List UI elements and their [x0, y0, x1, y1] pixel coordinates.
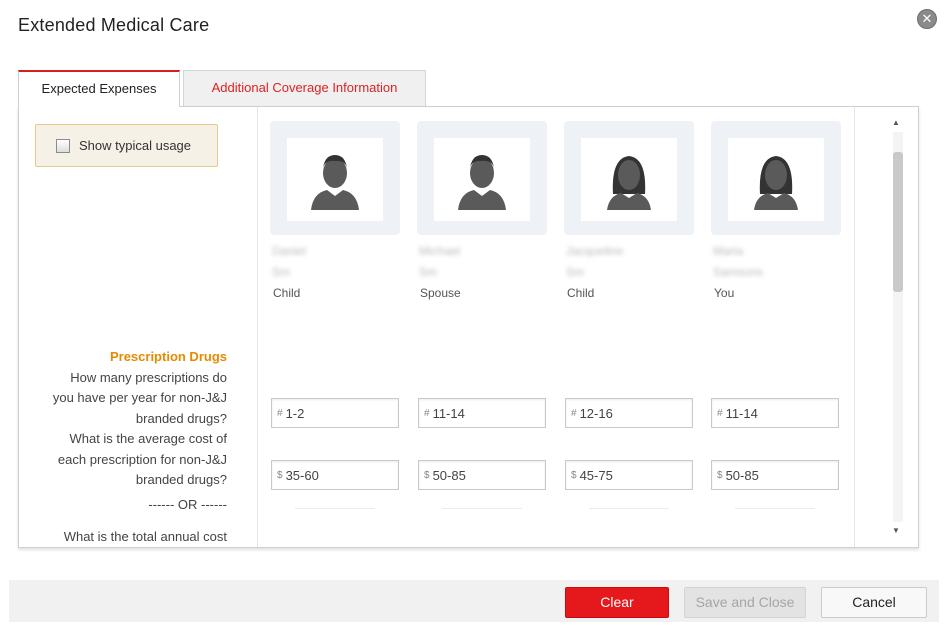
photo: [728, 138, 824, 221]
prescription-count-input[interactable]: #1-2: [271, 398, 399, 428]
or-separator: ------ OR ------: [148, 496, 227, 512]
divider: [295, 508, 375, 509]
divider: [735, 508, 815, 509]
member-card: Maria Samsons You: [711, 121, 841, 304]
save-and-close-button[interactable]: Save and Close: [684, 587, 806, 618]
members-area: Daniel Sm Child Michael Sm Spouse Jacque…: [257, 107, 855, 547]
scroll-down-icon[interactable]: ▼: [892, 526, 900, 535]
prescription-count-input[interactable]: #11-14: [711, 398, 839, 428]
member-name-line1: Jacqueline: [566, 244, 624, 258]
show-typical-usage-label: Show typical usage: [79, 138, 192, 153]
member-relation: Spouse: [420, 286, 461, 300]
average-cost-input[interactable]: $35-60: [271, 460, 399, 490]
member-name-line2: Samsons: [713, 265, 764, 279]
close-icon[interactable]: ✕: [917, 9, 937, 29]
member-card: Jacqueline Sm Child: [564, 121, 694, 304]
scroll-up-icon[interactable]: ▲: [892, 118, 900, 127]
prescription-count-input[interactable]: #12-16: [565, 398, 693, 428]
member-relation: Child: [567, 286, 595, 300]
photo: [287, 138, 383, 221]
member-card: Daniel Sm Child: [270, 121, 400, 304]
member-name-line1: Michael: [419, 244, 461, 258]
question-avg-cost: What is the average cost of each prescri…: [57, 431, 227, 487]
member-name-line2: Sm: [566, 265, 584, 279]
member-card: Michael Sm Spouse: [417, 121, 547, 304]
dialog-footer: Clear Save and Close Cancel: [9, 580, 939, 622]
checkbox-icon[interactable]: [56, 138, 70, 153]
question-count: How many prescriptions do you have per y…: [52, 369, 227, 426]
divider: [442, 508, 522, 509]
divider: [589, 508, 669, 509]
member-name-line1: Daniel: [272, 244, 307, 258]
member-name-line2: Sm: [419, 265, 437, 279]
average-cost-input[interactable]: $50-85: [711, 460, 839, 490]
member-relation: You: [714, 286, 735, 300]
vertical-scrollbar[interactable]: ▲ ▼: [890, 112, 904, 538]
tab-additional-coverage[interactable]: Additional Coverage Information: [183, 70, 426, 106]
scroll-thumb[interactable]: [893, 152, 903, 292]
member-relation: Child: [273, 286, 301, 300]
tab-expected-expenses[interactable]: Expected Expenses: [18, 70, 180, 107]
photo-frame: [417, 121, 547, 235]
female-person-icon: [607, 156, 651, 210]
member-name-line1: Maria: [713, 244, 744, 258]
female-person-icon: [754, 156, 798, 210]
section-title: Prescription Drugs: [109, 349, 227, 364]
question-total-cost: What is the total annual cost: [63, 529, 227, 544]
clear-button[interactable]: Clear: [565, 587, 669, 618]
dialog-title: Extended Medical Care: [18, 15, 210, 35]
prescription-count-input[interactable]: #11-14: [418, 398, 546, 428]
male-person-icon: [458, 155, 506, 210]
cancel-button[interactable]: Cancel: [821, 587, 927, 618]
photo: [581, 138, 677, 221]
photo-frame: [711, 121, 841, 235]
photo: [434, 138, 530, 221]
member-name-line2: Sm: [272, 265, 290, 279]
photo-frame: [270, 121, 400, 235]
show-typical-usage-button[interactable]: Show typical usage: [35, 124, 218, 167]
expenses-panel: Show typical usage Prescription Drugs Ho…: [18, 106, 919, 548]
average-cost-input[interactable]: $45-75: [565, 460, 693, 490]
male-person-icon: [311, 155, 359, 210]
average-cost-input[interactable]: $50-85: [418, 460, 546, 490]
photo-frame: [564, 121, 694, 235]
question-labels: Prescription Drugs How many prescription…: [27, 347, 227, 547]
